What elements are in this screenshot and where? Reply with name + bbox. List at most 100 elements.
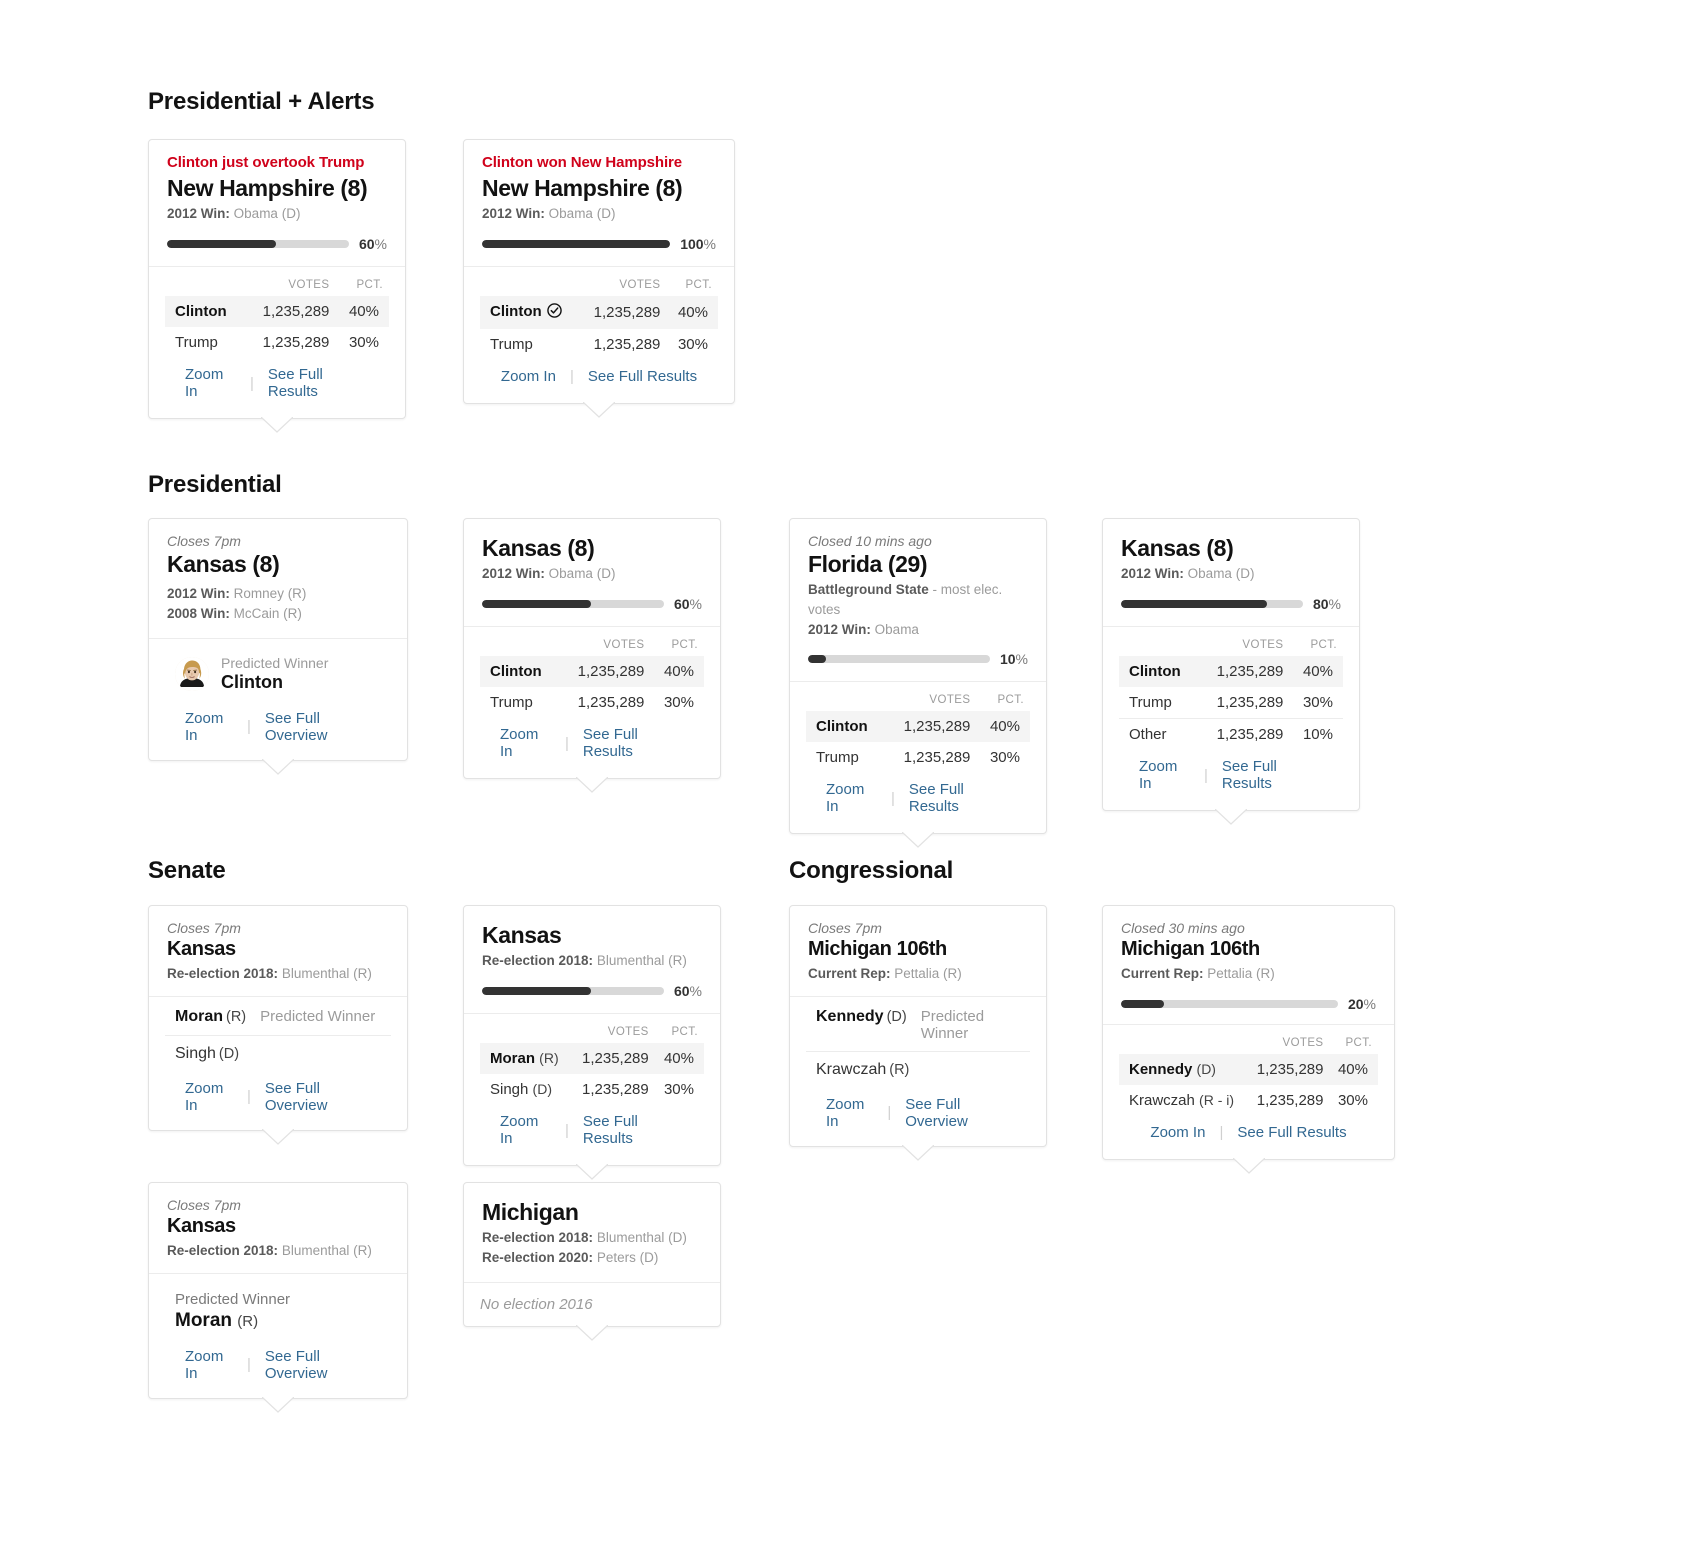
card-new-hampshire-alert-overtook[interactable]: Clinton just overtook Trump New Hampshir… <box>148 139 406 433</box>
candidate-pct: 30% <box>989 749 1020 767</box>
candidate-name: Clinton <box>490 303 542 320</box>
candidate-name: Moran <box>490 1050 535 1067</box>
see-full-overview-link[interactable]: See Full Overview <box>251 1348 385 1382</box>
meta-prefix: 2012 Win: <box>167 206 230 222</box>
candidate-votes: 1,235,289 <box>578 296 667 329</box>
candidate-votes: 1,235,289 <box>582 1081 649 1098</box>
card-pointer-tail <box>576 1164 608 1180</box>
candidate-name-cell: Krawczah (R - i) <box>1119 1085 1247 1116</box>
card-kansas-senate-predicted[interactable]: Closes 7pm Kansas Re-election 2018: Blum… <box>148 905 408 1145</box>
card-kansas-presidential-predicted[interactable]: Closes 7pm Kansas (8) 2012 Win: Romney (… <box>148 518 408 775</box>
table-header-row: VOTES PCT. <box>480 275 718 296</box>
card-michigan-106th-20[interactable]: Closed 30 mins ago Michigan 106th Curren… <box>1102 905 1395 1174</box>
meta-reelection-2018: Re-election 2018: Blumenthal (R) <box>482 951 702 971</box>
candidate-party: (R - i) <box>1199 1091 1235 1108</box>
zoom-in-link[interactable]: Zoom In <box>486 1113 565 1147</box>
candidate-name: Trump <box>175 334 218 351</box>
progress-track <box>482 987 664 995</box>
results-table: VOTES PCT. Kennedy (D) 1,235,289 40% Kra… <box>1119 1033 1378 1116</box>
meta-value: Obama <box>874 621 919 637</box>
zoom-in-link[interactable]: Zoom In <box>1125 758 1204 792</box>
candidate-votes: 1,235,289 <box>1197 656 1290 687</box>
card-florida-presidential[interactable]: Closed 10 mins ago Florida (29) Battlegr… <box>789 518 1047 848</box>
card-kansas-presidential-80[interactable]: Kansas (8) 2012 Win: Obama (D) 80% VOTES… <box>1102 518 1360 825</box>
progress-fill <box>808 655 827 664</box>
card-michigan-senate-no-election[interactable]: Michigan Re-election 2018: Blumenthal (D… <box>463 1182 721 1341</box>
meta-value: Pettalia (R) <box>894 966 962 981</box>
meta-2012-win: 2012 Win: Obama (D) <box>482 564 702 584</box>
candidate-name: Trump <box>1129 694 1172 711</box>
candidate-name: Other <box>1129 726 1167 743</box>
candidate-pct: 30% <box>663 1081 694 1098</box>
candidate-pct: 30% <box>677 336 708 353</box>
meta-value: Obama (D) <box>548 566 616 582</box>
zoom-in-link[interactable]: Zoom In <box>1136 1124 1219 1141</box>
predicted-winner-party: (R) <box>237 1313 259 1331</box>
see-full-overview-link[interactable]: See Full Overview <box>251 710 385 744</box>
meta-2012-win: 2012 Win: Obama (D) <box>1121 564 1341 584</box>
meta-prefix: Current Rep: <box>808 966 891 981</box>
card-pointer-tail <box>261 417 293 433</box>
table-header-row: VOTES PCT. <box>1119 1033 1378 1054</box>
card-michigan-106th-predicted[interactable]: Closes 7pm Michigan 106th Current Rep: P… <box>789 905 1047 1161</box>
zoom-in-link[interactable]: Zoom In <box>171 366 250 400</box>
table-row: Singh (D) 1,235,289 30% <box>480 1074 704 1105</box>
card-kansas-senate-60[interactable]: Kansas Re-election 2018: Blumenthal (R) … <box>463 905 721 1180</box>
place-name: Michigan 106th <box>1121 938 1260 960</box>
card-kansas-presidential-60[interactable]: Kansas (8) 2012 Win: Obama (D) 60% VOTES… <box>463 518 721 793</box>
predicted-winner-tag: Predicted Winner <box>920 1007 985 1042</box>
candidate-name-cell: Clinton <box>480 296 579 329</box>
candidate-row: Krawczah (R) <box>806 1050 1030 1088</box>
candidate-name: Kennedy <box>816 1007 884 1025</box>
see-full-results-link[interactable]: See Full Results <box>1223 1124 1360 1141</box>
zoom-in-link[interactable]: Zoom In <box>812 1096 887 1130</box>
progress-fill <box>482 987 592 995</box>
table-row: Clinton 1,235,289 40% <box>165 296 389 327</box>
meta-value: Blumenthal (R) <box>281 966 372 981</box>
see-full-results-link[interactable]: See Full Results <box>895 781 1024 815</box>
candidate-row: Moran (R) Predicted Winner <box>165 999 391 1035</box>
see-full-results-link[interactable]: See Full Results <box>569 726 698 760</box>
predicted-winner-label: Predicted Winner <box>221 654 329 671</box>
zoom-in-link[interactable]: Zoom In <box>171 710 247 744</box>
meta-reelection-2018: Re-election 2018: Blumenthal (R) <box>167 964 389 984</box>
progress-fill <box>1121 999 1165 1008</box>
table-header-row: VOTES PCT. <box>1119 635 1343 656</box>
candidate-party: (D) <box>886 1008 907 1025</box>
card-footer-links: Zoom In | See Full Results <box>1119 750 1343 798</box>
card-kansas-senate-predicted-stacked[interactable]: Closes 7pm Kansas Re-election 2018: Blum… <box>148 1182 408 1413</box>
meta-reelection-2018: Re-election 2018: Blumenthal (D) <box>482 1228 702 1248</box>
col-votes: VOTES <box>607 1026 649 1038</box>
see-full-overview-link[interactable]: See Full Overview <box>891 1096 1024 1130</box>
candidate-pct: 40% <box>1289 656 1343 687</box>
zoom-in-link[interactable]: Zoom In <box>812 781 891 815</box>
zoom-in-link[interactable]: Zoom In <box>486 726 565 760</box>
zoom-in-link[interactable]: Zoom In <box>487 368 570 385</box>
zoom-in-link[interactable]: Zoom In <box>171 1080 247 1114</box>
place-name: Michigan 106th <box>808 938 947 960</box>
card-pointer-tail <box>262 758 294 775</box>
section-title-presidential-alerts: Presidential + Alerts <box>148 88 375 115</box>
poll-close-time: Closed 30 mins ago <box>1121 920 1245 936</box>
candidate-row: Singh (D) <box>165 1034 391 1072</box>
see-full-results-link[interactable]: See Full Results <box>254 366 383 400</box>
place-name: New Hampshire (8) <box>167 175 368 201</box>
section-title-senate: Senate <box>148 857 226 884</box>
see-full-results-link[interactable]: See Full Results <box>569 1113 698 1147</box>
progress-label: 100% <box>680 236 716 252</box>
section-title-congressional: Congressional <box>789 857 954 884</box>
candidate-name: Krawczah <box>816 1060 887 1078</box>
meta-2012-win: 2012 Win: Obama <box>808 620 1028 640</box>
table-row: Other 1,235,289 10% <box>1119 718 1343 751</box>
candidate-pct: 40% <box>335 296 389 327</box>
see-full-overview-link[interactable]: See Full Overview <box>251 1080 385 1114</box>
candidate-votes: 1,235,289 <box>1216 726 1284 743</box>
see-full-results-link[interactable]: See Full Results <box>1208 758 1337 792</box>
see-full-results-link[interactable]: See Full Results <box>574 368 711 385</box>
progress-label: 60% <box>673 983 702 999</box>
zoom-in-link[interactable]: Zoom In <box>171 1348 247 1382</box>
card-new-hampshire-alert-won[interactable]: Clinton won New Hampshire New Hampshire … <box>463 139 735 418</box>
place-name: Kansas <box>482 922 562 948</box>
candidate-pct: 40% <box>666 296 718 329</box>
candidate-name: Clinton <box>1119 656 1198 687</box>
